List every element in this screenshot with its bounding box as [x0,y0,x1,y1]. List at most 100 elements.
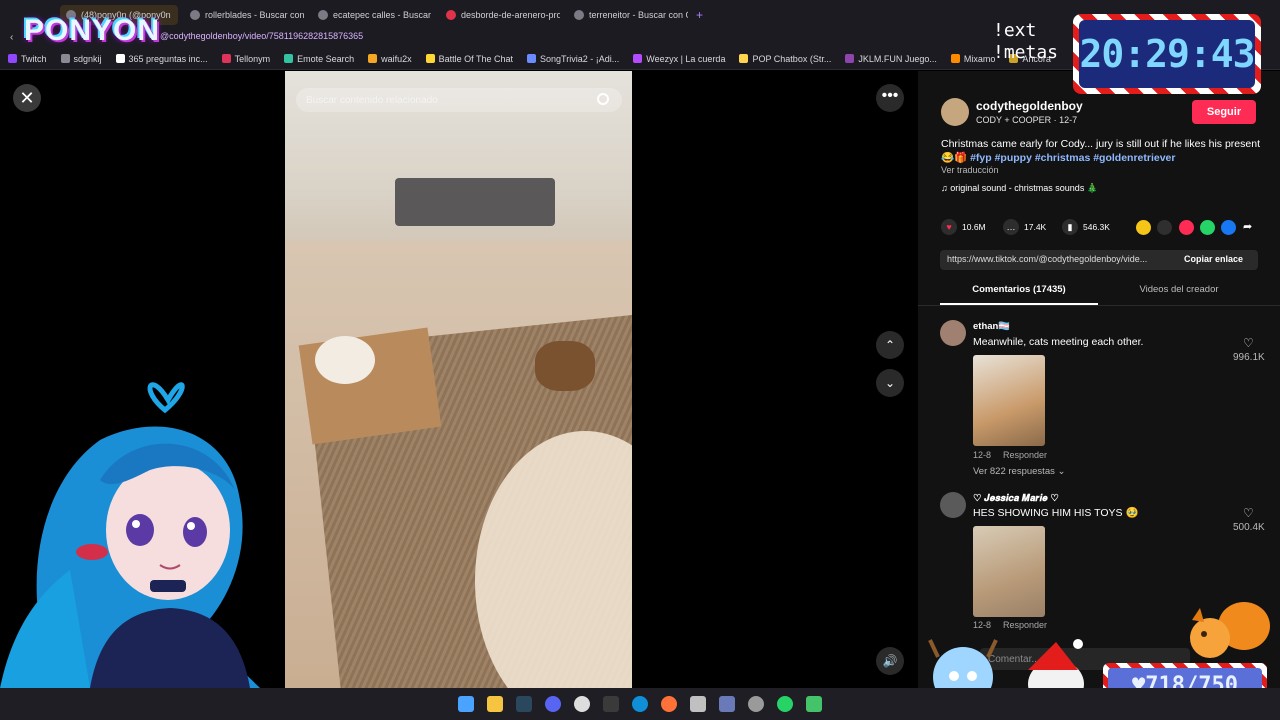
bookmark-icon: ▮ [1062,219,1078,235]
creator-avatar[interactable] [941,98,969,126]
tab-creator-videos[interactable]: Videos del creador [1100,284,1258,295]
bookmark-item[interactable]: POP Chatbox (Str... [739,54,831,64]
app-icon[interactable] [806,696,822,712]
bookmark-item[interactable]: sdgnkij [60,54,102,64]
previous-video-button[interactable]: ⌃ [876,331,904,359]
comment-image[interactable] [973,526,1045,617]
bookmark-label: Battle Of The Chat [438,53,514,64]
obs-icon[interactable] [603,696,619,712]
comment-image[interactable] [973,355,1045,446]
bookmark-item[interactable]: Battle Of The Chat [425,53,514,64]
more-options-button[interactable]: ••• [876,84,904,112]
comment-date: 12-8 [973,620,992,630]
windows-start-icon[interactable] [458,696,474,712]
tab-desborde[interactable]: desborde-de-arenero-pro [440,5,560,25]
bookmark-item[interactable]: Twitch [8,54,47,64]
discord-icon[interactable] [545,696,561,712]
video-link[interactable]: https://www.tiktok.com/@codythegoldenboy… [947,254,1147,264]
view-replies-link[interactable]: Ver 822 respuestas ⌄ [973,466,1065,477]
comment-like-count: 500.4K [1233,522,1265,533]
new-tab-button[interactable]: + [690,5,710,25]
close-button[interactable]: ✕ [13,84,41,112]
bookmark-item[interactable]: JKLM.FUN Juego... [845,54,937,64]
chevron-up-icon: ⌃ [884,338,896,352]
vtuber-avatar [0,370,270,688]
search-icon[interactable] [597,93,609,105]
command-ext: !ext [993,20,1037,41]
edge-icon[interactable] [632,696,648,712]
app-icon[interactable] [690,696,706,712]
like-stat[interactable]: ♥ 10.6M [941,219,986,235]
clock-time: 20:29:43 [1079,20,1256,88]
comment-avatar[interactable] [940,320,966,346]
see-translation-link[interactable]: Ver traducción [941,165,999,175]
bookmark-item[interactable]: SongTrivia2 - ¡Adi... [527,54,619,64]
bookmark-item[interactable]: 365 preguntas inc... [115,54,208,64]
bookmark-label: Tellonym [234,53,271,64]
comment-stat[interactable]: … 17.4K [1003,219,1046,235]
save-stat[interactable]: ▮ 546.3K [1062,219,1110,235]
creator-username[interactable]: codythegoldenboy [976,99,1083,113]
steam-icon[interactable] [516,696,532,712]
vscode-icon[interactable] [719,696,735,712]
whatsapp-taskbar-icon[interactable] [777,696,793,712]
reply-button[interactable]: Responder [1003,620,1047,630]
close-icon: ✕ [19,87,35,108]
openai-icon[interactable] [574,696,590,712]
tab-label: terreneitor - Buscar con G [589,10,688,20]
comment-icon: … [1003,219,1019,235]
reply-button[interactable]: Responder [1003,450,1047,460]
bookmark-item[interactable]: Mixamo [950,54,995,64]
comment-like-icon[interactable]: ♡ [1243,506,1254,520]
bookmark-label: POP Chatbox (Str... [752,53,832,64]
settings-icon[interactable] [748,696,764,712]
whatsapp-icon[interactable] [1200,220,1215,235]
comment-author[interactable]: ethan🏳️‍⚧️ [973,321,1010,332]
tellonym-icon [221,54,231,63]
comment-date: 12-8 [973,450,992,460]
bookmark-item[interactable]: Emote Search [284,54,354,64]
follow-button[interactable]: Seguir [1192,100,1256,124]
volume-button[interactable]: 🔊 [876,647,904,675]
file-explorer-icon[interactable] [487,696,503,712]
copy-link-button[interactable]: Copiar enlace [1184,254,1243,264]
back-icon[interactable]: ‹ [10,32,13,43]
vtuber-avatar-illustration [0,382,260,688]
bookmark-item[interactable]: waifu2x [368,54,412,64]
google-favicon-icon [190,10,200,20]
tab-divider [918,305,1280,306]
related-search-input[interactable]: Buscar contenido relacionado [296,88,622,112]
squirrel-mascot [1190,602,1270,658]
next-video-button[interactable]: ⌄ [876,369,904,397]
sound-link[interactable]: ♫ original sound - christmas sounds 🎄 [941,183,1098,194]
comment-meta: 12-8 Responder [973,620,1047,630]
puppy [315,336,375,384]
firefox-icon[interactable] [661,696,677,712]
chatbox-icon [739,54,749,63]
embed-icon[interactable] [1157,220,1172,235]
share-arrow-icon[interactable]: ➦ [1243,220,1258,235]
bookmark-item[interactable]: Weezyx | La cuerda [633,54,725,64]
comment-like-icon[interactable]: ♡ [1243,336,1254,350]
comment-avatar[interactable] [940,492,966,518]
send-icon[interactable] [1179,220,1194,235]
url-text[interactable]: @codythegoldenboy/video/7581196282815876… [160,31,363,41]
google-favicon-icon [574,10,584,20]
video-player[interactable] [285,71,632,688]
tab-label: desborde-de-arenero-pro [461,10,560,20]
coin-icon[interactable] [1136,220,1151,235]
tab-ecatepec[interactable]: ecatepec calles - Buscar c [312,5,432,25]
creator-subline: CODY + COOPER · 12-7 [976,115,1078,125]
bookmark-item[interactable]: Tellonym [221,53,271,64]
facebook-icon[interactable] [1221,220,1236,235]
bookmark-label: JKLM.FUN Juego... [858,53,937,64]
google-favicon-icon [318,10,328,20]
bookmark-label: Emote Search [297,53,355,64]
tab-terreneitor[interactable]: terreneitor - Buscar con G [568,5,688,25]
tab-comments[interactable]: Comentarios (17435) [940,284,1098,295]
comment-author[interactable]: ♡ 𝑱𝒆𝒔𝒔𝒊𝒄𝒂 𝑴𝒂𝒓𝒊𝒆 ♡ [973,493,1059,504]
tab-rollerblades[interactable]: rollerblades - Buscar con [184,5,304,25]
toy-dog [535,341,595,391]
google-icon [60,54,70,63]
caption-hashtags[interactable]: #fyp #puppy #christmas #goldenretriever [970,152,1175,164]
